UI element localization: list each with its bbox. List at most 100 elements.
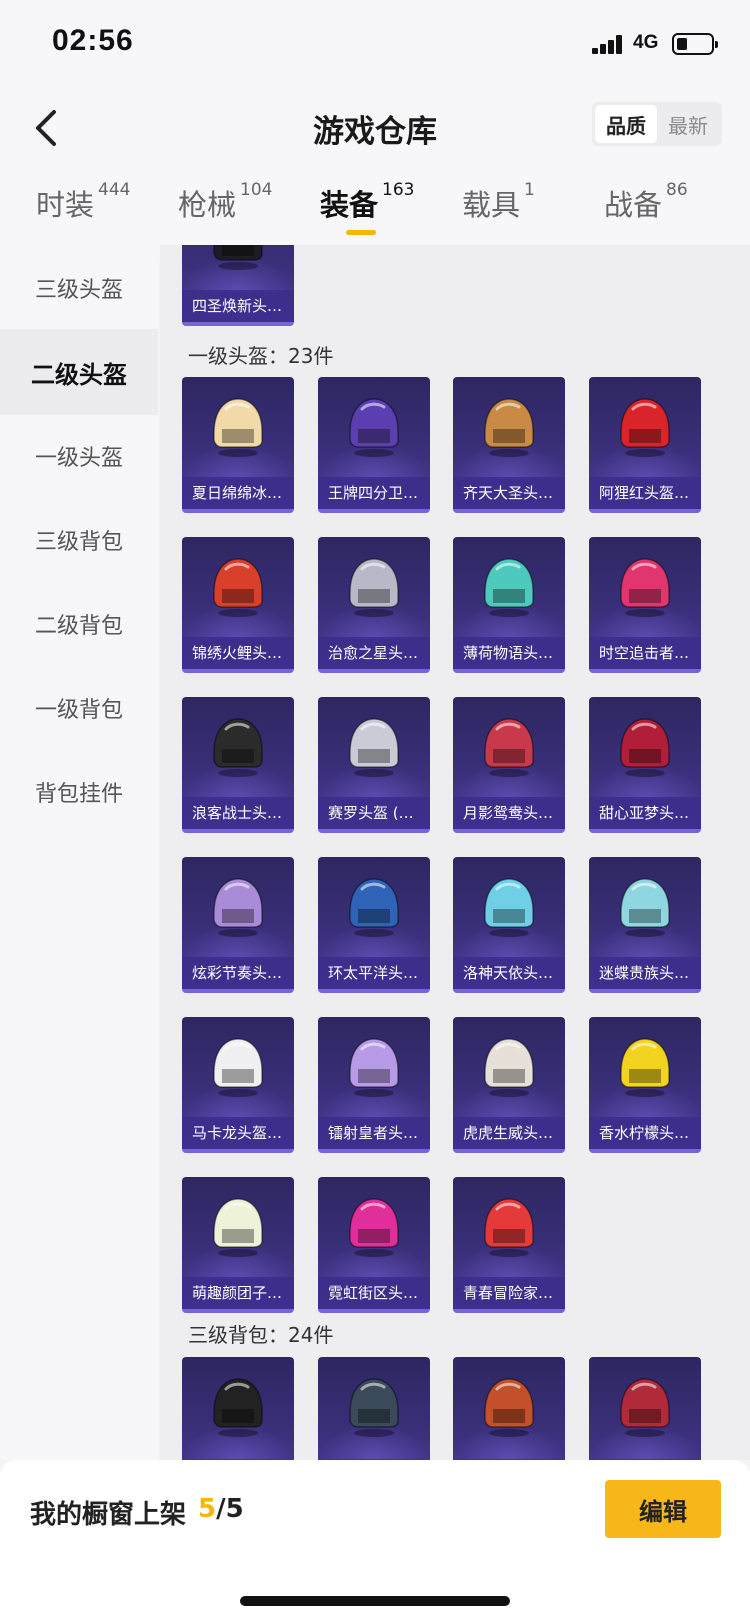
item-card[interactable]: 迷蝶贵族头…	[589, 857, 701, 993]
sidebar-item[interactable]: 一级头盔	[0, 413, 158, 499]
item-card[interactable]: 浪客战士头…	[182, 697, 294, 833]
item-name: 甜心亚梦头…	[589, 797, 701, 829]
footer-bar: 我的橱窗上架 5 /5 编辑	[0, 1460, 750, 1623]
sidebar-item[interactable]: 背包挂件	[0, 749, 158, 835]
sidebar-item[interactable]: 三级头盔	[0, 245, 158, 331]
item-name: 夏日绵绵冰…	[182, 477, 294, 509]
item-thumbnail	[344, 873, 404, 939]
header: 游戏仓库 品质 最新 时装 444 枪械 104 装备 163 载具 1 战备 86	[0, 90, 750, 258]
item-name: 赛罗头盔 (1级)	[318, 797, 430, 829]
item-card[interactable]	[453, 1357, 565, 1460]
item-thumbnail	[479, 393, 539, 459]
item-thumbnail	[615, 713, 675, 779]
item-name: 阿狸红头盔 (…	[589, 477, 701, 509]
cellular-signal-icon	[592, 34, 624, 54]
active-tab-indicator	[346, 230, 376, 235]
item-card[interactable]	[182, 1357, 294, 1460]
item-card[interactable]: 阿狸红头盔 (…	[589, 377, 701, 513]
item-card[interactable]: 王牌四分卫…	[318, 377, 430, 513]
item-thumbnail	[479, 553, 539, 619]
item-grid: 四圣焕新头… 一级头盔：23件夏日绵绵冰… 王牌四分卫… 齐天大圣头… 阿狸红头盔 (……	[160, 245, 750, 1460]
item-thumbnail	[344, 713, 404, 779]
item-thumbnail	[344, 553, 404, 619]
clock: 02:56	[52, 24, 134, 57]
section-title: 三级背包：24件	[188, 1323, 334, 1347]
item-card[interactable]: 四圣焕新头…	[182, 245, 294, 326]
item-card[interactable]	[318, 1357, 430, 1460]
item-name: 王牌四分卫…	[318, 477, 430, 509]
item-thumbnail	[479, 1373, 539, 1439]
item-card[interactable]: 月影鸳鸯头…	[453, 697, 565, 833]
sidebar-item[interactable]: 一级背包	[0, 665, 158, 751]
item-name: 虎虎生威头…	[453, 1117, 565, 1149]
item-thumbnail	[208, 393, 268, 459]
sort-by-quality[interactable]: 品质	[595, 105, 657, 143]
tab-supplies[interactable]: 战备 86	[604, 180, 688, 242]
item-card[interactable]: 赛罗头盔 (1级)	[318, 697, 430, 833]
item-thumbnail	[208, 1033, 268, 1099]
item-card[interactable]: 萌趣颜团子…	[182, 1177, 294, 1313]
showcase-total: /5	[216, 1494, 244, 1524]
sort-by-newest[interactable]: 最新	[657, 105, 719, 143]
item-thumbnail	[479, 1033, 539, 1099]
status-bar: 02:56 4G	[0, 0, 750, 90]
item-name: 月影鸳鸯头…	[453, 797, 565, 829]
item-card[interactable]: 马卡龙头盔 (…	[182, 1017, 294, 1153]
item-card[interactable]: 薄荷物语头…	[453, 537, 565, 673]
item-thumbnail	[208, 873, 268, 939]
network-type: 4G	[633, 32, 659, 53]
tab-guns[interactable]: 枪械 104	[178, 180, 272, 242]
item-card[interactable]	[589, 1357, 701, 1460]
sort-toggle: 品质 最新	[592, 102, 722, 146]
item-card[interactable]: 齐天大圣头…	[453, 377, 565, 513]
item-name: 四圣焕新头…	[182, 290, 294, 322]
item-name: 马卡龙头盔 (…	[182, 1117, 294, 1149]
item-card[interactable]: 炫彩节奏头…	[182, 857, 294, 993]
showcase-status: 我的橱窗上架 5 /5	[30, 1494, 244, 1531]
tab-fashion[interactable]: 时装 444	[36, 180, 130, 242]
item-card[interactable]: 青春冒险家…	[453, 1177, 565, 1313]
item-card[interactable]: 治愈之星头…	[318, 537, 430, 673]
showcase-label: 我的橱窗上架	[30, 1500, 187, 1530]
item-card[interactable]: 甜心亚梦头…	[589, 697, 701, 833]
item-name: 薄荷物语头…	[453, 637, 565, 669]
item-name: 炫彩节奏头…	[182, 957, 294, 989]
item-thumbnail	[479, 873, 539, 939]
item-thumbnail	[615, 393, 675, 459]
sidebar-item[interactable]: 二级背包	[0, 581, 158, 667]
item-card[interactable]: 夏日绵绵冰…	[182, 377, 294, 513]
item-thumbnail	[208, 245, 268, 272]
item-card[interactable]: 虎虎生威头…	[453, 1017, 565, 1153]
item-name: 香水柠檬头…	[589, 1117, 701, 1149]
item-card[interactable]: 洛神天依头…	[453, 857, 565, 993]
item-thumbnail	[344, 1193, 404, 1259]
back-button[interactable]	[28, 106, 68, 150]
sidebar-item[interactable]: 二级头盔	[0, 329, 158, 415]
edit-button[interactable]: 编辑	[605, 1480, 721, 1538]
item-card[interactable]: 环太平洋头…	[318, 857, 430, 993]
section-title: 一级头盔：23件	[188, 344, 334, 368]
tab-vehicles[interactable]: 载具 1	[462, 180, 535, 242]
battery-icon	[672, 33, 718, 55]
item-name: 迷蝶贵族头…	[589, 957, 701, 989]
chevron-left-icon	[36, 110, 56, 146]
item-card[interactable]: 香水柠檬头…	[589, 1017, 701, 1153]
item-card[interactable]: 时空追击者…	[589, 537, 701, 673]
item-thumbnail	[208, 1373, 268, 1439]
item-thumbnail	[615, 1373, 675, 1439]
item-thumbnail	[344, 393, 404, 459]
item-name: 青春冒险家…	[453, 1277, 565, 1309]
sidebar-item[interactable]: 三级背包	[0, 497, 158, 583]
item-thumbnail	[615, 1033, 675, 1099]
item-card[interactable]: 镭射皇者头…	[318, 1017, 430, 1153]
item-card[interactable]: 霓虹街区头…	[318, 1177, 430, 1313]
item-thumbnail	[615, 553, 675, 619]
item-name: 镭射皇者头…	[318, 1117, 430, 1149]
item-thumbnail	[208, 713, 268, 779]
item-name: 锦绣火鲤头…	[182, 637, 294, 669]
sidebar: 三级头盔 二级头盔 一级头盔 三级背包 二级背包 一级背包 背包挂件	[0, 245, 158, 1460]
home-indicator	[240, 1596, 510, 1606]
item-thumbnail	[208, 1193, 268, 1259]
item-name: 治愈之星头…	[318, 637, 430, 669]
item-card[interactable]: 锦绣火鲤头…	[182, 537, 294, 673]
